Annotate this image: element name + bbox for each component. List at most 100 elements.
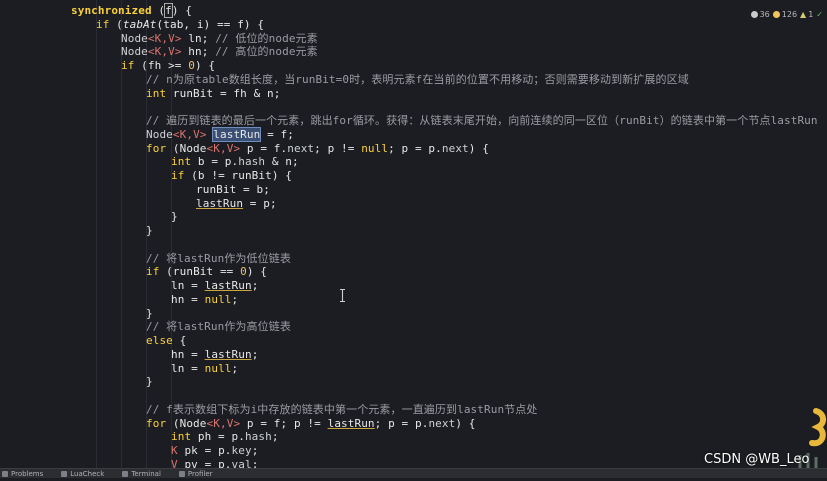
error-count[interactable]: 36 [750,10,770,19]
code-line[interactable]: hn = null; [171,293,238,307]
code-token: (tab, i) == f) { [156,17,265,31]
code-token: (Node [166,416,207,430]
code-token: V [168,45,175,59]
code-line[interactable]: int ph = p.hash; [171,430,279,444]
code-line[interactable]: Node<K,V> hn; // 高位的node元素 [121,45,318,59]
code-token: ; p = p. [374,416,429,430]
code-token: 0 [240,265,247,279]
code-token: for [146,416,167,430]
code-token: p = f; p != [240,416,328,430]
code-line[interactable]: ln = null; [171,362,238,376]
code-token: tabAt [122,17,157,31]
code-token: , [219,416,227,430]
code-token: // 低位的node元素 [215,31,318,45]
code-token: // 遍历到链表的最后一个元素，跳出for循环。获得：从链表末尾开始，向前连续的… [146,114,818,127]
code-line[interactable]: runBit = b; [196,183,270,197]
code-line[interactable]: // 将lastRun作为高位链表 [146,320,291,334]
code-token: f [164,3,173,18]
inspection-widget[interactable]: 36 126 ▲ 1 ✓ [733,6,827,22]
code-token: val [231,457,252,468]
code-line[interactable]: if (b != runBit) { [171,169,292,183]
tool-profiler[interactable]: Profiler [178,470,213,478]
tool-luacheck[interactable]: LuaCheck [61,470,104,478]
code-token: hash [238,155,266,169]
code-token: = p; [243,196,277,210]
code-token: pk = p. [177,444,232,457]
code-token: , [219,141,227,155]
code-token: ; [251,347,259,361]
code-token: ) { [246,265,268,279]
problems-icon [2,470,8,477]
code-token: ; [271,430,279,444]
tool-terminal[interactable]: Terminal [122,470,161,478]
code-line[interactable]: } [171,210,178,224]
code-line[interactable]: if (runBit == 0) { [146,265,267,279]
code-token: < [147,45,155,59]
code-token: } [146,224,153,237]
code-line[interactable]: if (tabAt(tab, i) == f) { [96,18,264,32]
code-line[interactable]: lastRun = p; [196,197,277,211]
code-line[interactable]: } [146,375,153,389]
code-token: > [174,45,182,59]
code-token: 0 [188,59,195,72]
error-icon [750,10,758,18]
code-line[interactable]: // 将lastRun作为低位链表 [146,252,291,266]
code-token: int [171,430,192,444]
code-token: = f; [260,127,294,141]
code-token: ( [151,4,166,17]
code-line[interactable]: for (Node<K,V> p = f.next; p != null; p … [146,142,489,156]
code-editor[interactable]: synchronized (f) {if (tabAt(tab, i) == f… [0,0,827,468]
code-token: // 高位的node元素 [215,45,318,59]
code-line[interactable]: Node<K,V> lastRun = f; [146,126,294,142]
code-token: hn; [181,45,216,59]
code-token: Node [121,31,148,45]
luacheck-icon [61,470,68,477]
code-line[interactable]: } [146,307,153,321]
code-line[interactable]: V pv = p.val; [171,458,258,468]
code-token: null [361,141,389,155]
code-token: (b != runBit) { [184,169,293,182]
code-token: else [146,334,173,347]
code-line[interactable]: int runBit = fh & n; [146,87,280,101]
code-token: pv = p. [177,457,232,468]
code-line[interactable]: for (Node<K,V> p = f; p != lastRun; p = … [146,417,476,431]
code-line[interactable]: } [146,224,153,238]
terminal-icon [122,470,129,477]
check-icon[interactable]: ✓ [816,10,823,19]
code-token: ) { [468,141,489,155]
code-token: if [171,169,185,182]
warning-count[interactable]: 126 [772,10,797,19]
code-line[interactable]: synchronized (f) { [71,3,192,18]
code-token: synchronized [71,4,152,17]
code-token: ; [231,292,239,306]
code-token: < [172,127,180,141]
code-token: ; p = p. [388,141,442,155]
code-token: (runBit == [159,265,241,279]
code-token: ; [251,444,259,457]
code-token: runBit = b; [196,182,270,196]
code-line[interactable]: Node<K,V> ln; // 低位的node元素 [121,32,318,46]
code-token: p = f. [240,141,288,155]
code-token: ; p != [314,141,362,155]
code-line[interactable]: K pk = p.key; [171,444,258,458]
code-token: ln = [171,361,205,375]
code-line[interactable]: hn = lastRun; [171,348,258,362]
code-line[interactable]: int b = p.hash & n; [171,155,299,169]
code-line[interactable]: // 遍历到链表的最后一个元素，跳出for循环。获得：从链表末尾开始，向前连续的… [146,114,818,128]
code-token: null [204,292,232,306]
code-token: < [147,31,155,45]
watermark: CSDN @WB_Leo [704,452,810,467]
code-token: K [171,444,178,457]
tool-problems[interactable]: Problems [2,470,43,478]
code-token: int [146,86,167,100]
indent-guide [96,0,97,468]
code-line[interactable]: // n为原table数组长度，当runBit=0时，表明元素f在当前的位置不用… [146,73,689,87]
code-line[interactable]: ln = lastRun; [171,279,258,293]
code-line[interactable]: if (fh >= 0) { [121,59,215,73]
code-line[interactable]: // f表示数组下标为i中存放的链表中第一个元素，一直遍历到lastRun节点处 [146,403,537,417]
code-token: // f表示数组下标为i中存放的链表中第一个元素，一直遍历到lastRun节点处 [146,402,538,416]
code-token: null [204,361,232,375]
code-token: (Node [166,141,207,155]
typo-count[interactable]: ▲ 1 [800,10,813,19]
code-line[interactable]: else { [146,334,186,348]
